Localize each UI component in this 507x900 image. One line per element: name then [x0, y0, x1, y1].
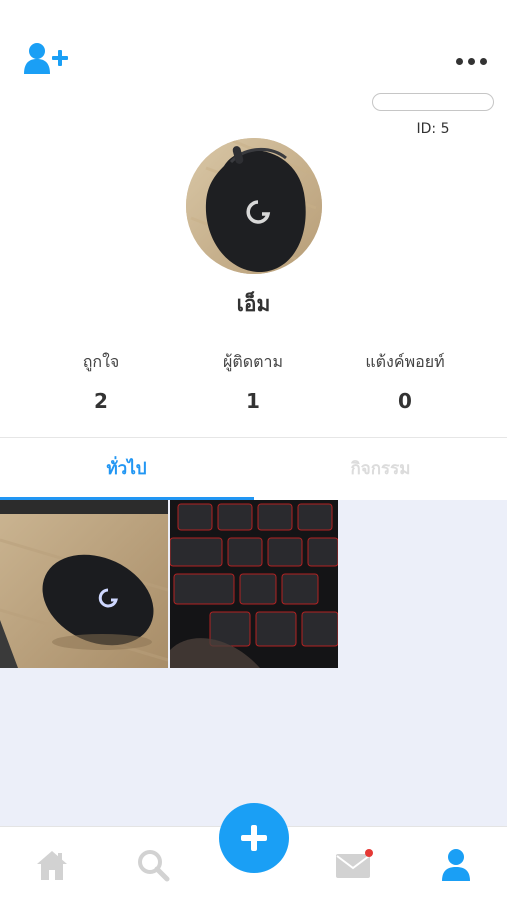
- photo-grid: [0, 500, 507, 826]
- nav-search[interactable]: [133, 845, 173, 885]
- home-icon: [37, 851, 67, 880]
- more-options-icon: [456, 57, 463, 65]
- status-pill: [372, 93, 494, 111]
- mail-icon: [336, 849, 373, 878]
- stat-value: 0: [398, 389, 412, 413]
- keyboard-photo: [170, 500, 338, 668]
- stat-value: 1: [246, 389, 260, 413]
- stat-label: ถูกใจ: [82, 352, 120, 371]
- stat-label: แต้งค์พอยท์: [365, 352, 445, 371]
- more-options-icon: [480, 57, 487, 65]
- notification-dot: [365, 849, 373, 857]
- more-options-icon: [468, 57, 475, 65]
- add-icon: [241, 825, 267, 851]
- nav-home[interactable]: [32, 845, 72, 885]
- avatar-image: [186, 138, 322, 274]
- more-options-button[interactable]: [456, 56, 490, 66]
- stat-likes[interactable]: ถูกใจ 2: [31, 350, 171, 413]
- divider: [0, 437, 507, 438]
- nav-messages[interactable]: [334, 845, 374, 885]
- stat-points[interactable]: แต้งค์พอยท์ 0: [335, 350, 475, 413]
- tab-activity[interactable]: กิจกรรม: [254, 455, 507, 482]
- avatar[interactable]: [186, 138, 322, 274]
- tab-general[interactable]: ทั่วไป: [0, 455, 253, 482]
- search-icon: [138, 850, 170, 882]
- stat-label: ผู้ติดตาม: [222, 352, 284, 371]
- profile-name: เอ็ม: [236, 292, 271, 316]
- nav-profile[interactable]: [436, 845, 476, 885]
- photo-thumbnail[interactable]: [0, 500, 168, 668]
- photo-thumbnail[interactable]: [170, 500, 338, 668]
- add-user-icon: [24, 43, 68, 74]
- stats-row: ถูกใจ 2 ผู้ติดตาม 1 แต้งค์พอยท์ 0: [0, 350, 507, 413]
- add-friend-button[interactable]: [24, 42, 72, 76]
- mouse-photo: [0, 500, 168, 668]
- stat-followers[interactable]: ผู้ติดตาม 1: [183, 350, 323, 413]
- profile-header: ID: 5: [0, 0, 507, 137]
- create-post-button[interactable]: [219, 803, 289, 873]
- profile-icon: [442, 849, 470, 881]
- user-id-label: ID: 5: [416, 121, 450, 137]
- stat-value: 2: [94, 389, 108, 413]
